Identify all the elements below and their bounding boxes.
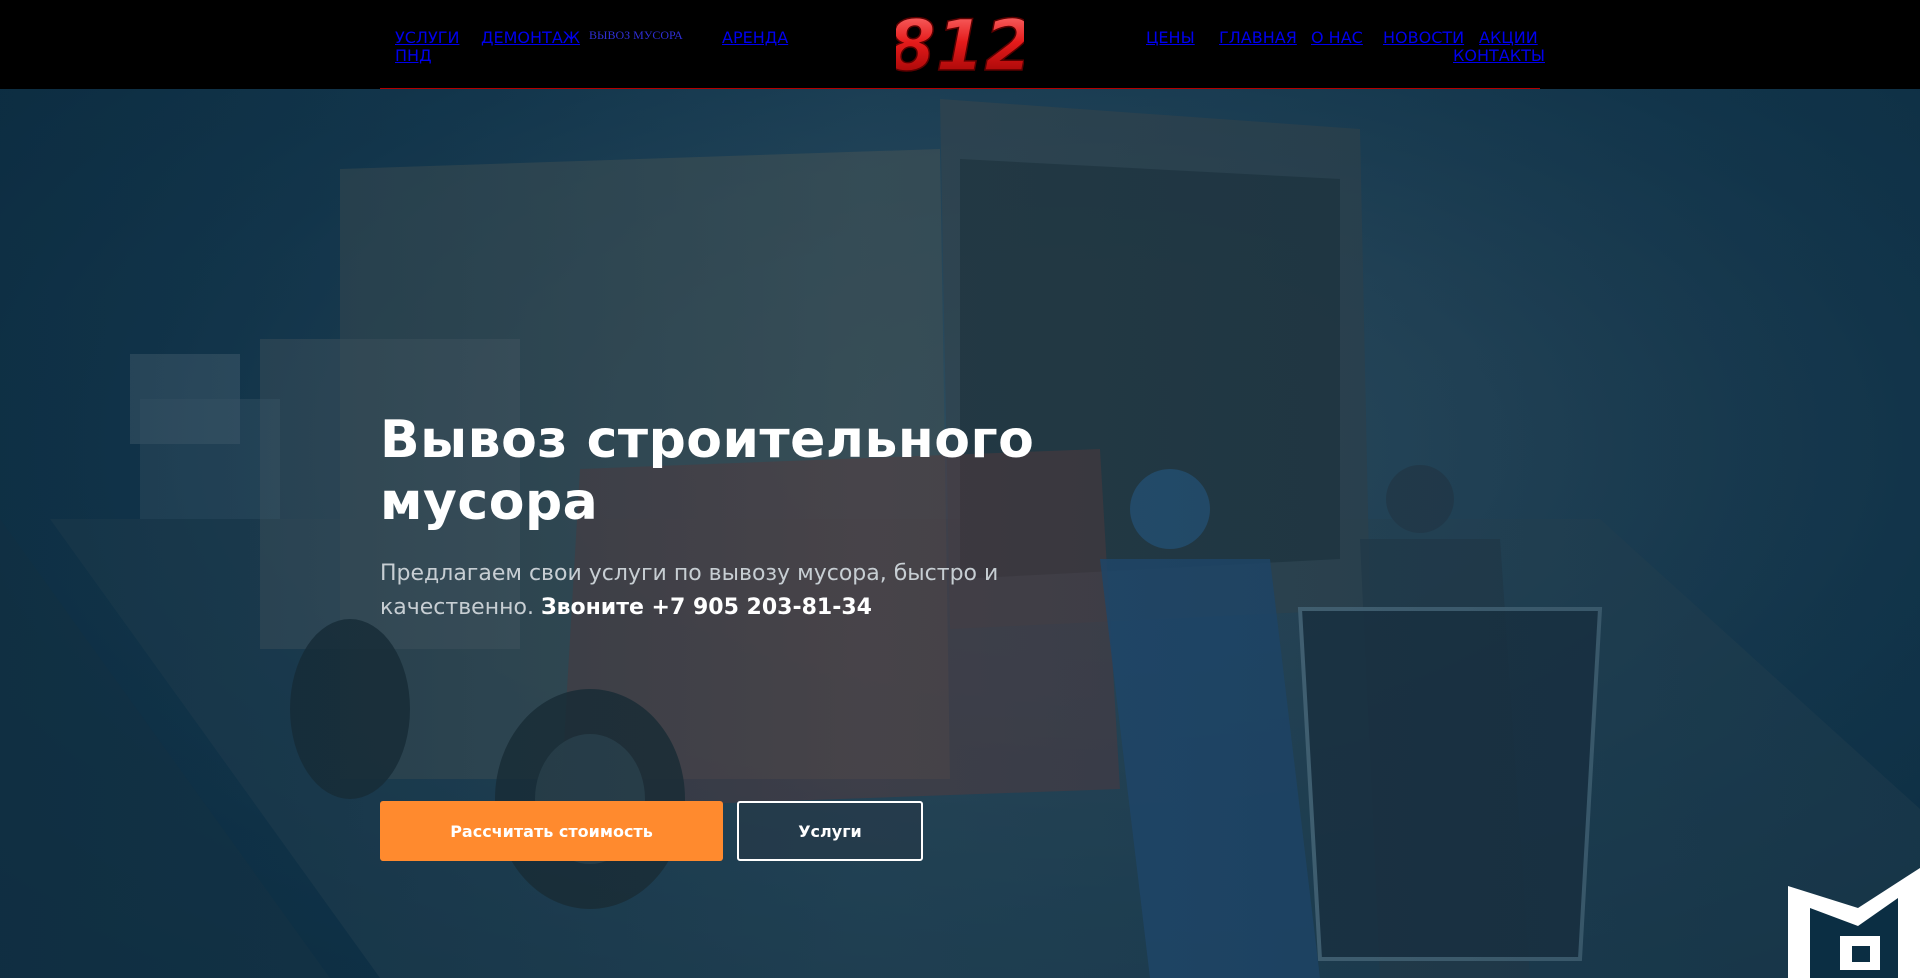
nav-item-pnd[interactable]: ПНД [395,46,432,65]
hero-subtitle: Предлагаем свои услуги по вывозу мусора,… [380,557,1100,625]
nav-item-kontakty[interactable]: КОНТАКТЫ [1453,46,1545,65]
nav-item-novosti[interactable]: НОВОСТИ [1383,28,1464,47]
hero-phone[interactable]: Звоните +7 905 203-81-34 [541,595,872,620]
corner-badge-icon[interactable] [1788,868,1920,978]
nav-item-vyvoz-musora[interactable]: ВЫВОЗ МУСОРА [589,28,683,43]
calculate-cost-button[interactable]: Рассчитать стоимость [380,801,723,861]
site-header: УСЛУГИ ПНД ДЕМОНТАЖ ВЫВОЗ МУСОРА АРЕНДА … [0,0,1920,89]
812-logo[interactable]: 812 [896,6,1024,82]
nav-item-o-nas[interactable]: О НАС [1311,28,1363,47]
hero-overlay [0,89,1920,978]
logo-text: 812 [896,6,1024,82]
nav-item-demontazh[interactable]: ДЕМОНТАЖ [481,28,580,47]
nav-item-akcii[interactable]: АКЦИИ [1479,28,1538,47]
hero-section: Вывоз строительного мусора Предлагаем св… [0,89,1920,978]
nav-item-arenda[interactable]: АРЕНДА [722,28,788,47]
services-button[interactable]: Услуги [737,801,923,861]
nav-item-glavnaya[interactable]: ГЛАВНАЯ [1219,28,1297,47]
nav-item-uslugi[interactable]: УСЛУГИ [395,28,459,47]
nav-item-ceny[interactable]: ЦЕНЫ [1146,28,1195,47]
hero-title: Вывоз строительного мусора [380,410,1035,532]
